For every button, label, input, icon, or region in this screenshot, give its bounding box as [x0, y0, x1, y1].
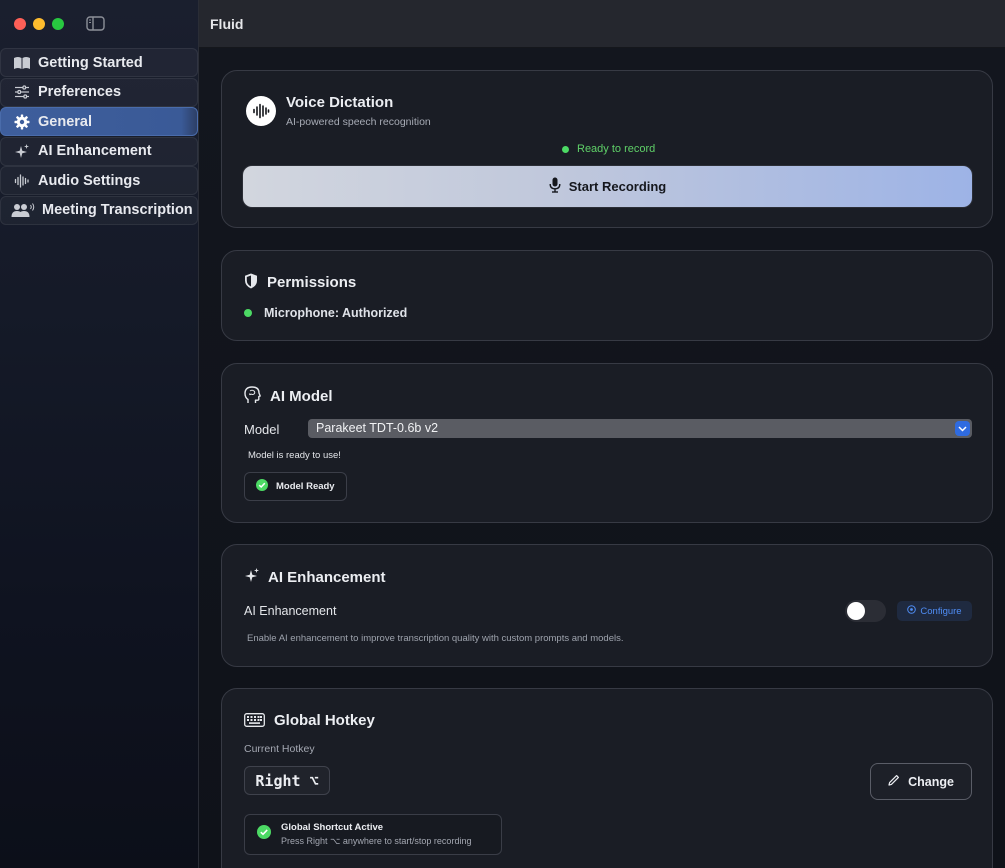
model-select-value: Parakeet TDT-0.6b v2 [316, 421, 439, 435]
close-window-button[interactable] [14, 18, 26, 30]
model-ready-badge: Model Ready [244, 472, 347, 501]
global-hotkey-card: Global Hotkey Current Hotkey Right ⌥ Cha… [221, 688, 993, 868]
sidebar-item-label: Preferences [38, 84, 122, 100]
permissions-card: Permissions Microphone: Authorized [221, 250, 993, 341]
model-status-note: Model is ready to use! [248, 450, 341, 461]
gear-icon [13, 114, 31, 130]
shortcut-status-text: Global Shortcut Active Press Right ⌥ any… [281, 822, 471, 847]
shortcut-status-title: Global Shortcut Active [281, 822, 384, 833]
sidebar-item-label: AI Enhancement [38, 143, 152, 159]
sidebar-item-label: Getting Started [38, 54, 143, 71]
ai-enhancement-toggle-label: AI Enhancement [244, 604, 337, 618]
sidebar: Getting Started Preferences General AI E… [0, 0, 199, 868]
configure-button[interactable]: Configure [897, 601, 972, 621]
sidebar-item-ai-enhancement[interactable]: AI Enhancement [0, 136, 198, 166]
sidebar-item-label: Audio Settings [38, 172, 141, 189]
voice-dictation-card: Voice Dictation AI-powered speech recogn… [221, 70, 993, 228]
microphone-icon [549, 177, 561, 196]
pencil-icon [888, 774, 900, 789]
ai-enhancement-card: AI Enhancement AI Enhancement Configure … [221, 544, 993, 667]
sliders-icon [13, 84, 31, 100]
sidebar-item-label: Meeting Transcription [42, 202, 193, 218]
model-select[interactable]: Parakeet TDT-0.6b v2 [308, 419, 972, 438]
ai-enhancement-title: AI Enhancement [268, 569, 386, 586]
hotkey-value: Right ⌥ [255, 771, 319, 790]
sidebar-item-label: General [38, 113, 92, 130]
toggle-knob [847, 602, 865, 620]
change-hotkey-button[interactable]: Change [870, 763, 972, 800]
book-icon [13, 55, 31, 71]
window-controls [14, 18, 64, 30]
brain-icon [244, 386, 261, 409]
ai-model-title: AI Model [270, 388, 333, 405]
checkmark-circle-icon [257, 825, 271, 844]
gear-circle-icon [907, 605, 917, 617]
checkmark-circle-icon [256, 479, 268, 494]
main-content: Voice Dictation AI-powered speech recogn… [199, 48, 1005, 868]
current-hotkey-display: Right ⌥ [244, 766, 330, 795]
voice-dictation-subtitle: AI-powered speech recognition [286, 116, 431, 128]
current-hotkey-label: Current Hotkey [244, 743, 315, 755]
status-dot [244, 309, 252, 317]
shield-icon [244, 273, 258, 294]
sidebar-item-getting-started[interactable]: Getting Started [0, 48, 198, 77]
waveform-icon [13, 173, 31, 189]
configure-label: Configure [920, 605, 962, 617]
people-icon [11, 202, 35, 218]
sparkles-icon [13, 143, 31, 159]
title-bar: Fluid [199, 0, 1005, 48]
ai-model-card: AI Model Model Parakeet TDT-0.6b v2 Mode… [221, 363, 993, 523]
microphone-permission-text: Microphone: Authorized [264, 306, 408, 320]
zoom-window-button[interactable] [52, 18, 64, 30]
ai-enhancement-description: Enable AI enhancement to improve transcr… [247, 633, 624, 644]
status-dot [562, 145, 569, 153]
minimize-window-button[interactable] [33, 18, 45, 30]
sidebar-item-audio-settings[interactable]: Audio Settings [0, 166, 198, 195]
permissions-title: Permissions [267, 274, 357, 291]
recording-status: Ready to record [562, 143, 655, 155]
sidebar-item-preferences[interactable]: Preferences [0, 77, 198, 107]
sparkles-icon [244, 567, 260, 588]
microphone-permission: Microphone: Authorized [244, 306, 407, 320]
global-hotkey-title: Global Hotkey [274, 712, 375, 729]
shortcut-status-hint: Press Right ⌥ anywhere to start/stop rec… [281, 836, 472, 846]
change-hotkey-label: Change [908, 774, 954, 789]
chevron-down-icon [955, 421, 970, 436]
start-recording-label: Start Recording [568, 179, 667, 194]
window-title: Fluid [210, 16, 244, 32]
waveform-icon [246, 96, 276, 126]
sidebar-item-general[interactable]: General [0, 107, 198, 136]
start-recording-button[interactable]: Start Recording [243, 166, 972, 207]
recording-status-text: Ready to record [577, 143, 656, 155]
model-label: Model [244, 422, 280, 437]
sidebar-toggle-icon[interactable] [86, 16, 105, 31]
voice-dictation-title: Voice Dictation [286, 94, 394, 111]
shortcut-status-box: Global Shortcut Active Press Right ⌥ any… [244, 814, 502, 855]
keyboard-icon [244, 713, 265, 732]
sidebar-nav: Getting Started Preferences General AI E… [0, 48, 198, 225]
sidebar-item-meeting-transcription[interactable]: Meeting Transcription [0, 195, 198, 225]
ai-enhancement-toggle[interactable] [845, 600, 886, 622]
model-ready-label: Model Ready [276, 481, 335, 492]
